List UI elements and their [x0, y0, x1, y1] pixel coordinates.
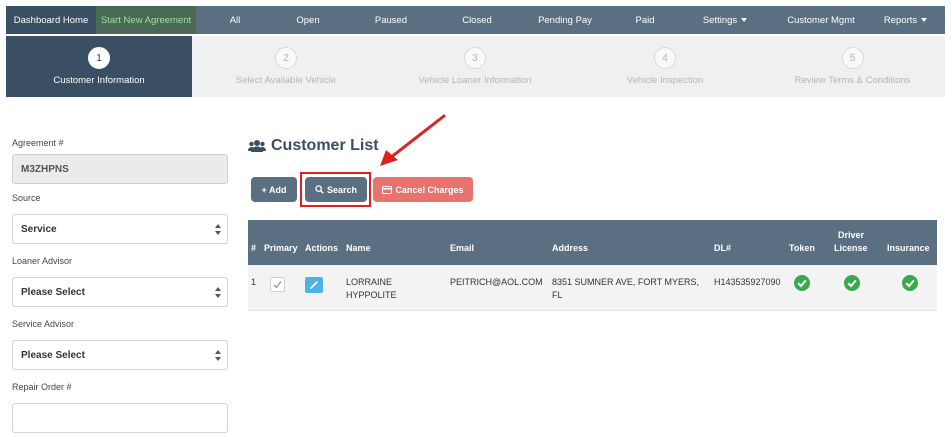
- step-number: 3: [464, 47, 486, 69]
- nav-customer-mgmt[interactable]: Customer Mgmt: [776, 6, 866, 34]
- row-name-line1: LORRAINE: [346, 277, 393, 287]
- loaner-advisor-label: Loaner Advisor: [12, 256, 73, 266]
- step-label: Select Available Vehicle: [235, 75, 337, 86]
- table-header: # Primary Actions Name Email Address DL#…: [248, 220, 937, 265]
- select-arrows-icon: [215, 287, 221, 299]
- col-dl: DL#: [714, 243, 732, 253]
- source-value: Service: [21, 223, 57, 235]
- nav-label: Start New Agreement: [100, 14, 192, 26]
- nav-settings[interactable]: Settings: [674, 6, 776, 34]
- source-label: Source: [12, 193, 41, 203]
- col-index: #: [251, 243, 257, 253]
- nav-label: Dashboard Home: [13, 14, 89, 26]
- nav-label: Pending Pay: [538, 14, 592, 26]
- step-label: Review Terms & Conditions: [794, 75, 911, 86]
- nav-label: All: [229, 14, 241, 26]
- nav-label: Settings: [702, 14, 738, 26]
- add-button-label: + Add: [261, 184, 287, 195]
- nav-all[interactable]: All: [196, 6, 274, 34]
- insurance-check-icon: [902, 275, 918, 291]
- repair-order-input[interactable]: [12, 403, 228, 433]
- service-advisor-value: Please Select: [21, 349, 85, 361]
- loaner-advisor-value: Please Select: [21, 286, 85, 298]
- annotation-arrow-icon: [380, 114, 446, 166]
- row-address-line1: 8351 SUMNER AVE, FORT MYERS,: [552, 277, 700, 287]
- repair-order-label: Repair Order #: [12, 382, 72, 392]
- nav-open[interactable]: Open: [274, 6, 342, 34]
- step-customer-information[interactable]: 1 Customer Information: [6, 36, 192, 97]
- select-arrows-icon: [215, 224, 221, 236]
- agreement-form: Agreement # M3ZHPNS Source Service Loane…: [12, 138, 228, 433]
- chevron-down-icon: [921, 18, 928, 22]
- cancel-charges-button[interactable]: Cancel Charges: [373, 177, 473, 202]
- cancel-button-label: Cancel Charges: [395, 184, 464, 195]
- nav-start-new-agreement[interactable]: Start New Agreement: [96, 6, 196, 34]
- nav-paid[interactable]: Paid: [616, 6, 674, 34]
- nav-label: Customer Mgmt: [787, 14, 855, 26]
- step-vehicle-inspection[interactable]: 4 Vehicle Inspection: [570, 36, 760, 97]
- service-advisor-select[interactable]: Please Select: [12, 340, 228, 370]
- col-insurance: Insurance: [887, 243, 930, 253]
- nav-label: Paid: [635, 14, 655, 26]
- top-nav: Dashboard Home Start New Agreement All O…: [6, 6, 945, 34]
- row-dl: H143535927090: [714, 277, 781, 287]
- users-icon: [248, 140, 266, 152]
- col-driver-license-line1: Driver: [838, 230, 865, 240]
- step-number: 1: [88, 47, 110, 69]
- source-select[interactable]: Service: [12, 214, 228, 244]
- primary-checkbox[interactable]: [270, 277, 285, 292]
- nav-pending-pay[interactable]: Pending Pay: [514, 6, 616, 34]
- agreement-number-field: M3ZHPNS: [12, 154, 228, 184]
- col-token: Token: [789, 243, 815, 253]
- loaner-advisor-select[interactable]: Please Select: [12, 277, 228, 307]
- nav-label: Reports: [883, 14, 918, 26]
- wizard-steps: 1 Customer Information 2 Select Availabl…: [6, 36, 945, 97]
- credit-card-icon: [382, 185, 393, 194]
- chevron-down-icon: [741, 18, 748, 22]
- row-email: PEITRICH@AOL.COM: [450, 277, 543, 287]
- check-icon: [273, 281, 282, 289]
- pencil-icon: [310, 281, 318, 289]
- step-select-vehicle[interactable]: 2 Select Available Vehicle: [192, 36, 380, 97]
- col-email: Email: [450, 243, 475, 253]
- service-advisor-label: Service Advisor: [12, 319, 75, 329]
- customer-list-title-text: Customer List: [271, 137, 379, 154]
- add-customer-button[interactable]: + Add: [251, 177, 297, 202]
- col-primary: Primary: [264, 243, 298, 253]
- col-actions: Actions: [305, 243, 339, 253]
- row-index: 1: [251, 277, 257, 287]
- step-number: 5: [841, 47, 864, 69]
- row-address-line2: FL: [552, 290, 563, 300]
- nav-paused[interactable]: Paused: [342, 6, 440, 34]
- nav-closed[interactable]: Closed: [440, 6, 514, 34]
- nav-label: Closed: [462, 14, 492, 26]
- step-label: Customer Information: [53, 75, 145, 86]
- customer-table: # Primary Actions Name Email Address DL#…: [248, 220, 937, 311]
- token-check-icon: [794, 275, 810, 291]
- nav-label: Paused: [374, 14, 408, 26]
- agreement-number-value: M3ZHPNS: [21, 163, 69, 175]
- customer-list-title: Customer List: [248, 136, 379, 156]
- select-arrows-icon: [215, 350, 221, 362]
- search-highlight-box: [300, 172, 371, 207]
- driver-license-check-icon: [844, 275, 860, 291]
- col-name: Name: [346, 243, 371, 253]
- row-name-line2: HYPPOLITE: [346, 290, 397, 300]
- step-label: Vehicle Loaner Information: [418, 75, 532, 86]
- table-row[interactable]: 1 LORRAINE HYPPOLITE PEITRICH@AOL.COM 83…: [248, 265, 937, 311]
- step-label: Vehicle Inspection: [626, 75, 704, 86]
- step-vehicle-loaner-info[interactable]: 3 Vehicle Loaner Information: [380, 36, 570, 97]
- step-number: 2: [275, 47, 297, 69]
- step-number: 4: [654, 47, 676, 69]
- nav-dashboard-home[interactable]: Dashboard Home: [6, 6, 96, 34]
- col-driver-license-line2: License: [834, 243, 868, 253]
- nav-reports[interactable]: Reports: [866, 6, 945, 34]
- col-address: Address: [552, 243, 589, 253]
- step-review-terms[interactable]: 5 Review Terms & Conditions: [760, 36, 945, 97]
- nav-label: Open: [296, 14, 320, 26]
- edit-button[interactable]: [305, 277, 323, 293]
- agreement-label: Agreement #: [12, 138, 64, 148]
